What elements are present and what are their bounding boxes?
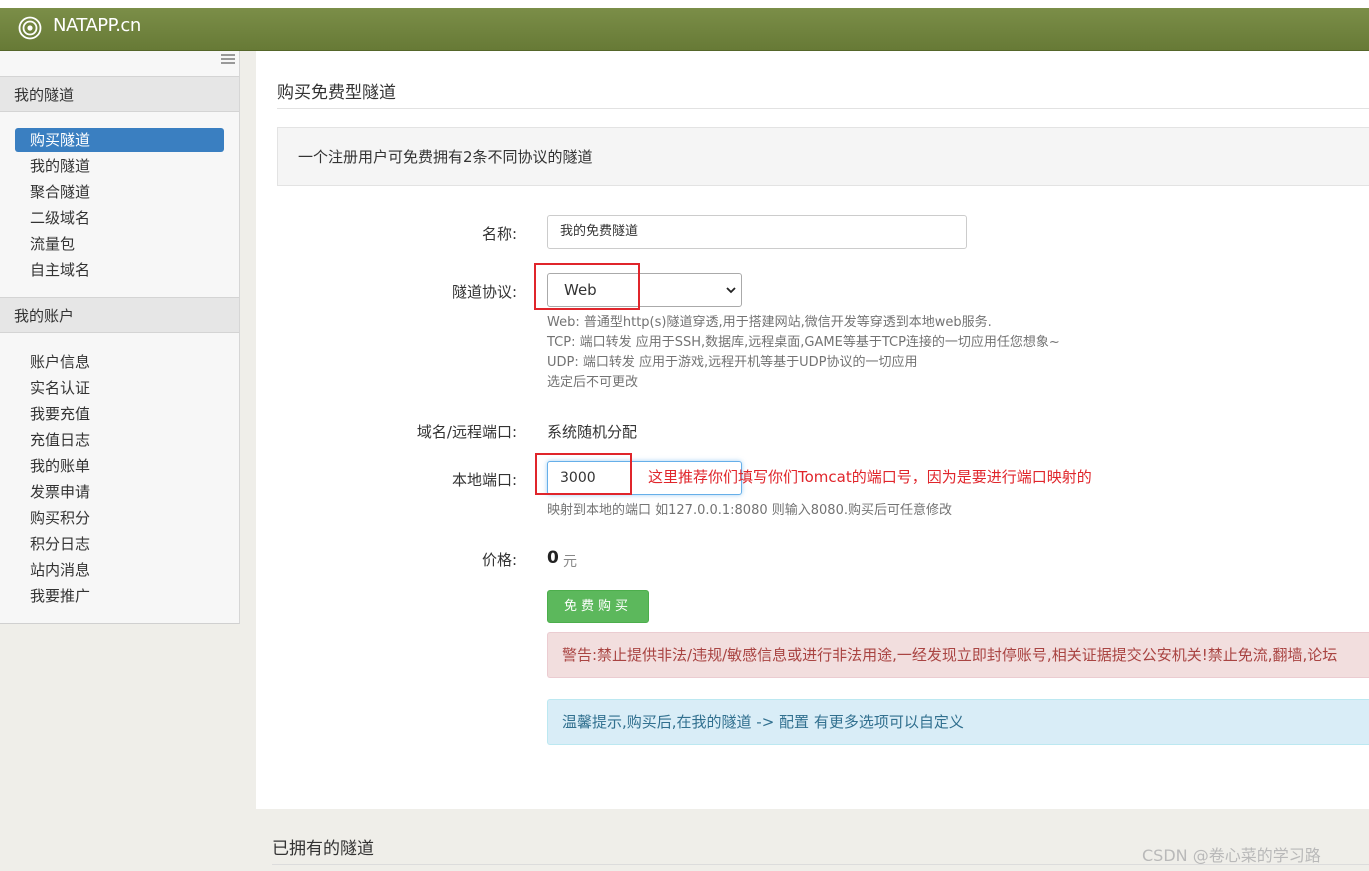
domain-port-label: 域名/远程端口:	[416, 423, 517, 441]
sidebar-item-traffic-pack[interactable]: 流量包	[15, 232, 224, 256]
sidebar-item-bills[interactable]: 我的账单	[15, 454, 224, 478]
sidebar-item-my-tunnels[interactable]: 我的隧道	[15, 154, 224, 178]
sidebar-item-referral[interactable]: 我要推广	[15, 584, 224, 608]
free-buy-button[interactable]: 免费购买	[547, 590, 649, 623]
collapse-menu-icon[interactable]	[221, 54, 235, 64]
page-title: 购买免费型隧道	[277, 83, 396, 103]
protocol-help-web: Web: 普通型http(s)隧道穿透,用于搭建网站,微信开发等穿透到本地web…	[547, 315, 992, 330]
highlight-box-protocol	[534, 263, 640, 310]
local-port-help: 映射到本地的端口 如127.0.0.1:8080 则输入8080.购买后可任意修…	[547, 503, 952, 518]
sidebar-item-buy-points[interactable]: 购买积分	[15, 506, 224, 530]
price-unit: 元	[563, 554, 577, 570]
top-strip	[0, 0, 1369, 8]
highlight-box-port	[535, 453, 632, 495]
sidebar-item-account-info[interactable]: 账户信息	[15, 350, 224, 374]
price-value: 0	[547, 548, 559, 568]
sidebar-item-buy-tunnel[interactable]: 购买隧道	[15, 128, 224, 152]
title-divider	[277, 108, 1369, 109]
sidebar-item-subdomain[interactable]: 二级域名	[15, 206, 224, 230]
protocol-help-tcp: TCP: 端口转发 应用于SSH,数据库,远程桌面,GAME等基于TCP连接的一…	[547, 335, 1060, 350]
domain-port-value: 系统随机分配	[547, 423, 638, 441]
chevron-down-icon	[726, 287, 736, 294]
price-label: 价格:	[481, 551, 517, 569]
sidebar-item-recharge-log[interactable]: 充值日志	[15, 428, 224, 452]
main-panel: 购买免费型隧道 一个注册用户可免费拥有2条不同协议的隧道 名称: 我的免费隧道 …	[256, 51, 1369, 809]
sidebar: 我的隧道 购买隧道 我的隧道 聚合隧道 二级域名 流量包 自主域名 我的账户 账…	[0, 51, 240, 624]
local-port-label: 本地端口:	[451, 471, 517, 489]
csdn-watermark: CSDN @卷心菜的学习路	[1142, 846, 1321, 865]
name-label: 名称:	[481, 225, 517, 243]
tip-alert: 温馨提示,购买后,在我的隧道 -> 配置 有更多选项可以自定义	[547, 699, 1369, 745]
protocol-help-udp: UDP: 端口转发 应用于游戏,远程开机等基于UDP协议的一切应用	[547, 355, 918, 370]
logo-spiral-icon	[18, 16, 42, 40]
sidebar-item-invoice[interactable]: 发票申请	[15, 480, 224, 504]
section-my-tunnels[interactable]: 我的隧道	[0, 76, 239, 112]
sidebar-item-verification[interactable]: 实名认证	[15, 376, 224, 400]
section-my-account[interactable]: 我的账户	[0, 297, 239, 333]
protocol-help-immutable: 选定后不可更改	[547, 375, 639, 390]
warning-alert: 警告:禁止提供非法/违规/敏感信息或进行非法用途,一经发现立即封停账号,相关证据…	[547, 632, 1369, 678]
brand-name[interactable]: NATAPP.cn	[53, 15, 141, 36]
sidebar-item-custom-domain[interactable]: 自主域名	[15, 258, 224, 282]
sidebar-item-recharge[interactable]: 我要充值	[15, 402, 224, 426]
free-tunnel-notice: 一个注册用户可免费拥有2条不同协议的隧道	[277, 127, 1369, 186]
protocol-label: 隧道协议:	[451, 283, 517, 301]
port-annotation: 这里推荐你们填写你们Tomcat的端口号，因为是要进行端口映射的	[648, 468, 1092, 486]
top-navbar: NATAPP.cn	[0, 8, 1369, 51]
sidebar-item-messages[interactable]: 站内消息	[15, 558, 224, 582]
sidebar-item-points-log[interactable]: 积分日志	[15, 532, 224, 556]
sidebar-item-aggregate-tunnels[interactable]: 聚合隧道	[15, 180, 224, 204]
owned-tunnels-title: 已拥有的隧道	[272, 839, 374, 859]
tunnel-name-input[interactable]: 我的免费隧道	[547, 215, 967, 249]
